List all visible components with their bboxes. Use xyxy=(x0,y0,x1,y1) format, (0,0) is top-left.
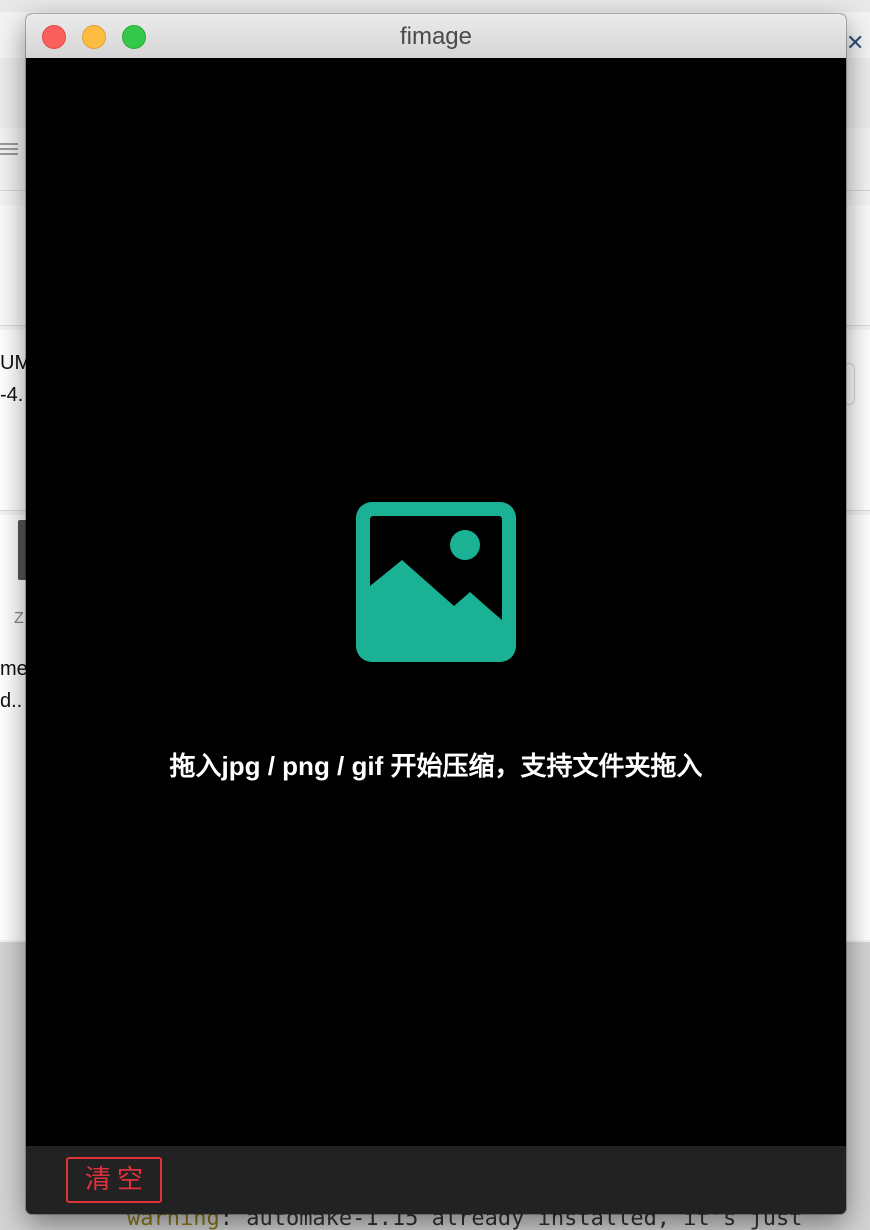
app-window: fimage 拖入jpg / png / gif 开始压缩，支持文件夹拖入 清空 xyxy=(26,14,846,1214)
background-control xyxy=(846,363,855,405)
hamburger-icon xyxy=(0,140,18,158)
drop-hint-text: 拖入jpg / png / gif 开始压缩，支持文件夹拖入 xyxy=(169,751,703,781)
background-file-label: Z xyxy=(14,610,24,627)
background-text: d.. xyxy=(0,690,23,712)
drop-zone[interactable]: 拖入jpg / png / gif 开始压缩，支持文件夹拖入 xyxy=(26,58,846,1146)
background-logo-icon: ✕ xyxy=(846,30,865,55)
title-bar[interactable]: fimage xyxy=(26,14,846,59)
bottom-toolbar: 清空 xyxy=(26,1146,846,1214)
background-text: me xyxy=(0,658,28,680)
background-text: -4. xyxy=(0,384,24,406)
image-icon xyxy=(356,502,516,662)
clear-button[interactable]: 清空 xyxy=(66,1157,162,1203)
window-title: fimage xyxy=(399,23,473,50)
